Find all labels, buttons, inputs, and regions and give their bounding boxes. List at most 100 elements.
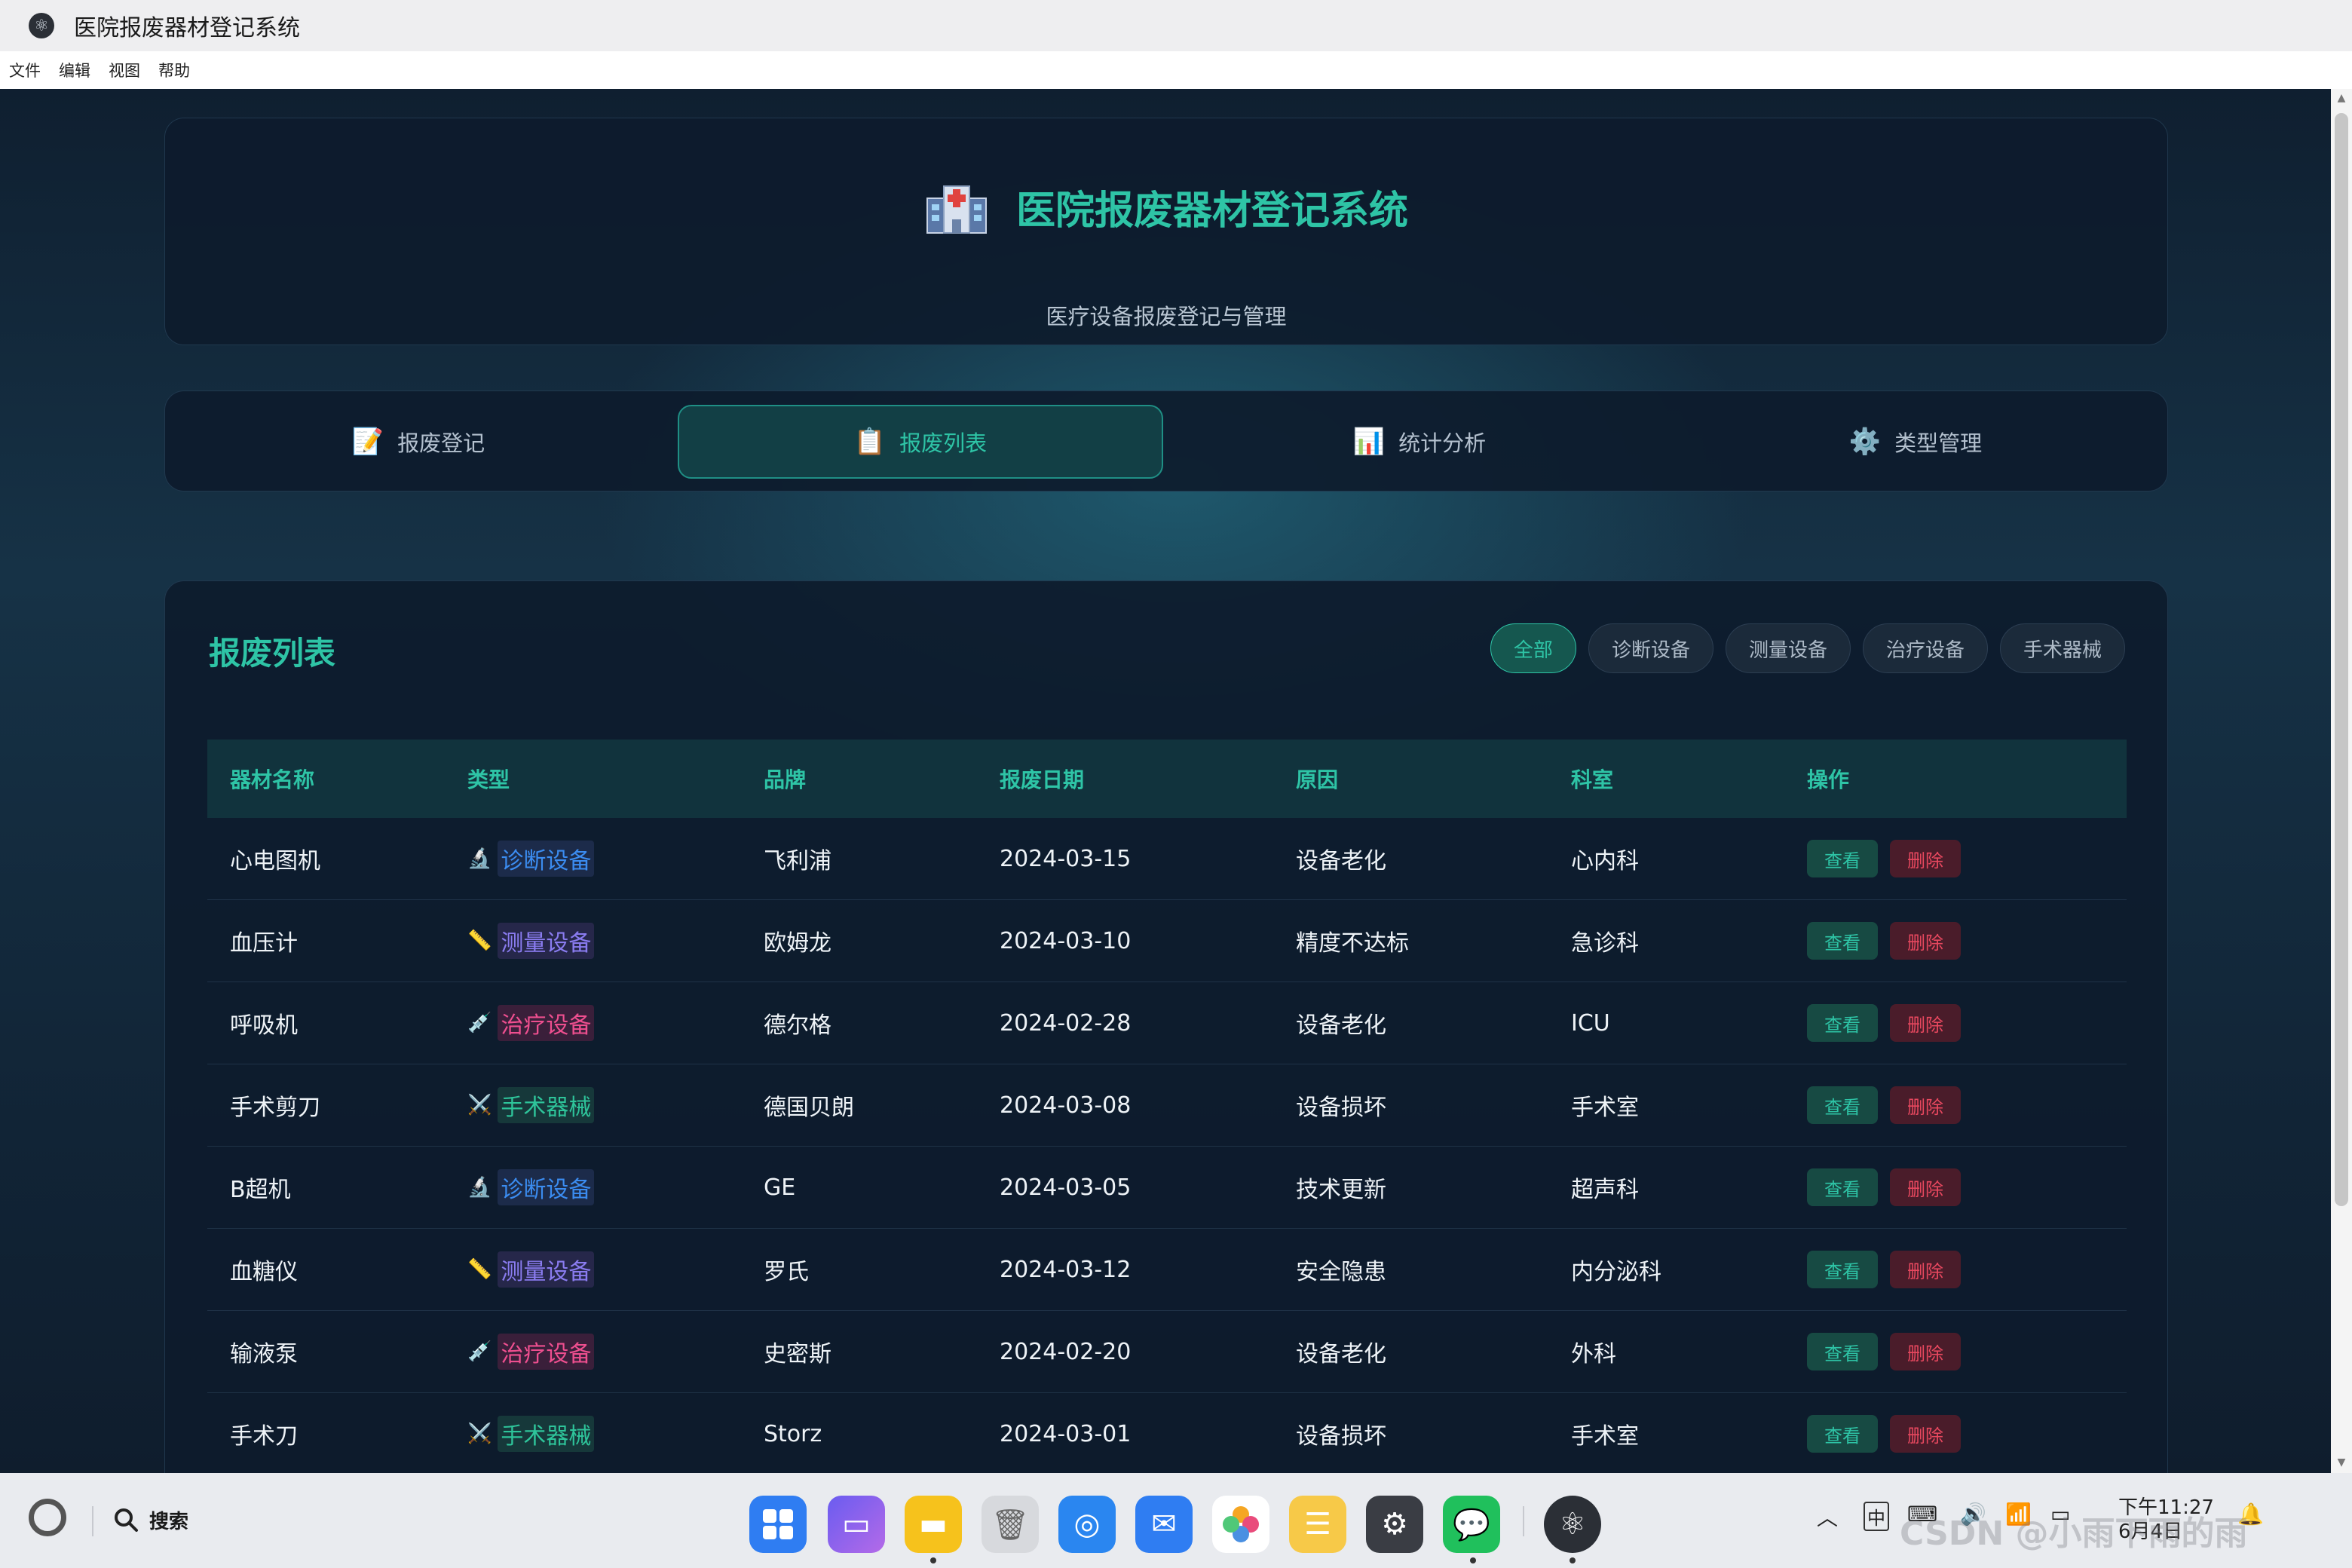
menu-file[interactable]: 文件	[9, 59, 41, 81]
menu-help[interactable]: 帮助	[158, 59, 190, 81]
delete-button[interactable]: 删除	[1890, 922, 1961, 960]
filter-all[interactable]: 全部	[1490, 623, 1576, 673]
view-button[interactable]: 查看	[1807, 1004, 1878, 1042]
cell-reason: 设备老化	[1273, 818, 1548, 900]
menu-view[interactable]: 视图	[109, 59, 140, 81]
taskbar-divider	[92, 1506, 93, 1536]
filter-measurement[interactable]: 测量设备	[1725, 623, 1851, 673]
clipboard-icon: 📋	[853, 427, 887, 457]
cell-dept: 内分泌科	[1548, 1228, 1784, 1311]
cell-type: 📏 测量设备	[445, 899, 741, 982]
type-tag: 🔬 诊断设备	[467, 1169, 595, 1205]
scrollbar-thumb[interactable]	[2335, 113, 2348, 1206]
col-date: 报废日期	[977, 740, 1273, 818]
col-name: 器材名称	[207, 740, 445, 818]
app-viewport: 医院报废器材登记系统 医疗设备报废登记与管理 📝 报废登记 📋 报废列表 📊 统…	[0, 89, 2331, 1473]
assistant-icon[interactable]	[29, 1499, 66, 1536]
ime-indicator[interactable]: 中	[1864, 1502, 1889, 1531]
tab-statistics[interactable]: 📊 统计分析	[1177, 405, 1662, 479]
view-button[interactable]: 查看	[1807, 922, 1878, 960]
page-subtitle: 医疗设备报废登记与管理	[1046, 304, 1287, 329]
cell-dept: 超声科	[1548, 1146, 1784, 1229]
taskbar-search-button[interactable]: 搜索	[113, 1500, 188, 1539]
delete-button[interactable]: 删除	[1890, 1333, 1961, 1370]
cell-date: 2024-03-01	[977, 1392, 1273, 1473]
col-reason: 原因	[1273, 740, 1548, 818]
cell-actions: 查看 删除	[1784, 1310, 2127, 1393]
tab-list[interactable]: 📋 报废列表	[678, 405, 1163, 479]
scroll-up-arrow-icon[interactable]: ▲	[2335, 92, 2347, 104]
type-icon: ⚔️	[467, 1423, 492, 1445]
trash-icon[interactable]: 🗑	[982, 1496, 1039, 1553]
running-indicator	[1570, 1557, 1576, 1563]
cell-dept: 手术室	[1548, 1392, 1784, 1473]
type-icon: 💉	[467, 1012, 492, 1034]
multitask-icon[interactable]: ▭	[828, 1496, 885, 1553]
menu-edit[interactable]: 编辑	[59, 59, 90, 81]
cell-reason: 设备老化	[1273, 1310, 1548, 1393]
col-type: 类型	[445, 740, 741, 818]
search-label: 搜索	[149, 1510, 189, 1533]
scroll-down-arrow-icon[interactable]: ▼	[2335, 1456, 2347, 1468]
cell-name: 手术刀	[207, 1392, 445, 1473]
header-title-text: 医院报废器材登记系统	[1015, 188, 1408, 234]
cell-reason: 精度不达标	[1273, 899, 1548, 982]
mail-icon[interactable]: ✉	[1135, 1496, 1193, 1553]
electron-app-icon: ⚛	[29, 13, 54, 38]
filter-treatment[interactable]: 治疗设备	[1862, 623, 1988, 673]
cell-name: 手术剪刀	[207, 1064, 445, 1147]
cell-brand: 罗氏	[741, 1228, 977, 1311]
cell-actions: 查看 删除	[1784, 1228, 2127, 1311]
type-tag: ⚔️ 手术器械	[467, 1416, 595, 1452]
type-label: 诊断设备	[498, 841, 595, 877]
type-tag: ⚔️ 手术器械	[467, 1087, 595, 1123]
windows-start-icon[interactable]	[749, 1496, 807, 1553]
cell-dept: 外科	[1548, 1310, 1784, 1393]
delete-button[interactable]: 删除	[1890, 1086, 1961, 1124]
photos-icon[interactable]	[1212, 1496, 1269, 1553]
electron-app-icon[interactable]: ⚛	[1544, 1496, 1601, 1553]
type-filter-group: 全部 诊断设备 测量设备 治疗设备 手术器械	[1490, 623, 2125, 673]
cell-type: 📏 测量设备	[445, 1228, 741, 1311]
wechat-icon[interactable]: 💬	[1443, 1496, 1500, 1553]
filter-surgical[interactable]: 手术器械	[1999, 623, 2125, 673]
cell-date: 2024-03-05	[977, 1146, 1273, 1229]
cell-name: 血压计	[207, 899, 445, 982]
delete-button[interactable]: 删除	[1890, 1004, 1961, 1042]
type-icon: ⚔️	[467, 1094, 492, 1116]
tab-label: 统计分析	[1398, 430, 1487, 456]
delete-button[interactable]: 删除	[1890, 1251, 1961, 1288]
view-button[interactable]: 查看	[1807, 1168, 1878, 1206]
cell-brand: 史密斯	[741, 1310, 977, 1393]
tab-register[interactable]: 📝 报废登记	[176, 405, 661, 479]
cell-date: 2024-03-08	[977, 1064, 1273, 1147]
delete-button[interactable]: 删除	[1890, 840, 1961, 877]
browser-icon[interactable]: ◎	[1058, 1496, 1116, 1553]
settings-icon[interactable]: ⚙	[1366, 1496, 1423, 1553]
table-row: 手术剪刀 ⚔️ 手术器械 德国贝朗 2024-03-08 设备损坏 手术室 查看 删除	[207, 1064, 2127, 1147]
tab-type-management[interactable]: ⚙️ 类型管理	[1673, 405, 2158, 479]
table-row: 呼吸机 💉 治疗设备 德尔格 2024-02-28 设备老化 ICU 查看 删除	[207, 982, 2127, 1064]
filter-diagnostic[interactable]: 诊断设备	[1588, 623, 1713, 673]
delete-button[interactable]: 删除	[1890, 1168, 1961, 1206]
files-folder-icon[interactable]: ▬	[905, 1496, 962, 1553]
view-button[interactable]: 查看	[1807, 1251, 1878, 1288]
view-button[interactable]: 查看	[1807, 1415, 1878, 1453]
delete-button[interactable]: 删除	[1890, 1415, 1961, 1453]
type-icon: 🔬	[467, 1176, 492, 1199]
view-button[interactable]: 查看	[1807, 1333, 1878, 1370]
notes-icon[interactable]: ☰	[1289, 1496, 1346, 1553]
type-tag: 💉 治疗设备	[467, 1334, 595, 1370]
col-brand: 品牌	[741, 740, 977, 818]
view-button[interactable]: 查看	[1807, 840, 1878, 877]
type-label: 手术器械	[498, 1087, 595, 1123]
cell-type: ⚔️ 手术器械	[445, 1064, 741, 1147]
type-label: 治疗设备	[498, 1005, 595, 1041]
chevron-up-icon[interactable]: ︿	[1817, 1502, 1838, 1532]
view-button[interactable]: 查看	[1807, 1086, 1878, 1124]
type-tag: 🔬 诊断设备	[467, 841, 595, 877]
window-titlebar: ⚛ 医院报废器材登记系统	[0, 0, 2352, 51]
cell-brand: GE	[741, 1146, 977, 1229]
hospital-icon	[926, 185, 987, 234]
cell-actions: 查看 删除	[1784, 1392, 2127, 1473]
